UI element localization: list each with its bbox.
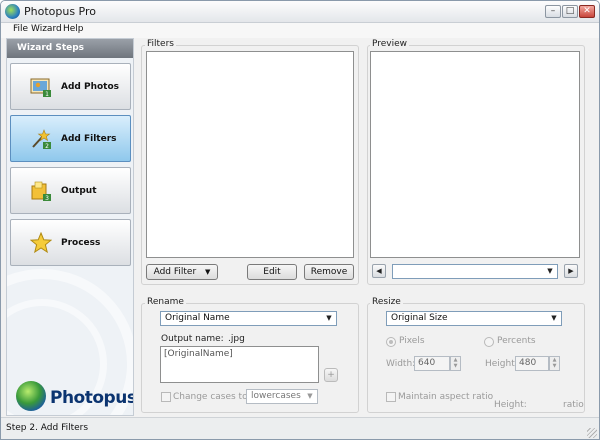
filters-label: Filters: [145, 39, 176, 49]
close-button[interactable]: ✕: [579, 5, 595, 18]
step-process-label: Process: [61, 238, 101, 248]
svg-text:2: 2: [45, 143, 49, 150]
output-name-label: Output name:: [161, 334, 224, 344]
height-input[interactable]: 480 ▲ ▼: [515, 356, 560, 371]
add-filter-button[interactable]: Add Filter ▼: [146, 264, 218, 280]
folder-icon: 3: [31, 181, 51, 202]
resize-mode-value: Original Size: [391, 313, 448, 323]
percents-radio[interactable]: [484, 337, 494, 347]
add-tag-button[interactable]: +: [324, 368, 338, 382]
sidebar-header: Wizard Steps: [7, 39, 133, 58]
ratio-height-label: Height:: [494, 400, 527, 410]
filters-list[interactable]: [146, 51, 354, 258]
resize-grip-icon[interactable]: [587, 428, 597, 438]
window-title: Photopus Pro: [24, 5, 97, 18]
aspect-ratio-checkbox[interactable]: [386, 392, 396, 402]
svg-text:1: 1: [45, 91, 49, 98]
preview-pane: [370, 51, 580, 258]
star-icon: [30, 232, 52, 254]
width-spinner[interactable]: ▲ ▼: [450, 356, 461, 371]
height-label: Height:: [485, 359, 518, 369]
aspect-ratio-label: Maintain aspect ratio: [398, 392, 494, 402]
step-add-filters[interactable]: 2 Add Filters: [10, 115, 131, 162]
percents-label: Percents: [497, 336, 536, 346]
status-bar: Step 2. Add Filters: [1, 417, 599, 439]
chevron-down-icon: ▼: [205, 268, 211, 276]
photo-icon: 1: [30, 78, 51, 98]
maximize-button[interactable]: □: [562, 5, 578, 18]
svg-text:3: 3: [45, 195, 49, 202]
pixels-radio[interactable]: [386, 337, 396, 347]
edit-filter-button[interactable]: Edit: [247, 264, 297, 280]
pixels-label: Pixels: [399, 336, 425, 346]
ratio-label: ratio: [563, 400, 584, 410]
photopus-logo-icon: [16, 381, 46, 411]
resize-mode-select[interactable]: Original Size ▼: [386, 311, 562, 326]
photopus-logo-text: Photopus: [50, 388, 134, 408]
step-add-photos[interactable]: 1 Add Photos: [10, 63, 131, 110]
wand-icon: 2: [32, 129, 51, 150]
minimize-button[interactable]: –: [545, 5, 561, 18]
change-cases-checkbox[interactable]: [161, 392, 171, 402]
width-label: Width:: [386, 359, 416, 369]
chevron-down-icon: ▼: [307, 392, 313, 400]
chevron-down-icon: ▼: [326, 314, 332, 322]
app-logo-icon: [5, 4, 20, 19]
case-select-value: lowercases: [251, 391, 301, 401]
preview-next-button[interactable]: ▶: [564, 264, 578, 278]
chevron-down-icon: ▼: [547, 267, 553, 275]
step-output[interactable]: 3 Output: [10, 167, 131, 214]
step-add-filters-label: Add Filters: [61, 134, 117, 144]
step-add-photos-label: Add Photos: [61, 82, 120, 92]
preview-prev-button[interactable]: ◀: [372, 264, 386, 278]
step-process[interactable]: Process: [10, 219, 131, 266]
case-select[interactable]: lowercases ▼: [246, 389, 318, 404]
step-output-label: Output: [61, 186, 97, 196]
width-input[interactable]: 640 ▲ ▼: [414, 356, 461, 371]
width-value: 640: [418, 358, 436, 368]
wizard-sidebar: Wizard Steps 1 Add Photos 2 Add Filters: [6, 38, 134, 416]
preview-image-select[interactable]: ▼: [392, 264, 558, 279]
rename-template-input[interactable]: [OriginalName]: [160, 346, 319, 383]
app-window: Photopus Pro – □ ✕ File Wizard Help Wiza…: [0, 0, 600, 440]
resize-label: Resize: [370, 297, 403, 307]
menu-bar: File Wizard Help: [1, 23, 599, 38]
height-value: 480: [519, 358, 537, 368]
menu-file[interactable]: File: [13, 24, 28, 34]
rename-mode-select[interactable]: Original Name ▼: [160, 311, 337, 326]
status-text: Step 2. Add Filters: [6, 423, 89, 433]
rename-label: Rename: [145, 297, 186, 307]
output-name-value: .jpg: [228, 334, 245, 344]
chevron-down-icon: ▼: [551, 314, 557, 322]
remove-filter-button[interactable]: Remove: [304, 264, 354, 280]
menu-help[interactable]: Help: [63, 24, 84, 34]
title-bar[interactable]: Photopus Pro – □ ✕: [1, 1, 599, 23]
change-cases-label: Change cases to:: [173, 392, 251, 402]
rename-mode-value: Original Name: [165, 313, 230, 323]
preview-label: Preview: [370, 39, 410, 49]
menu-wizard[interactable]: Wizard: [31, 24, 62, 34]
height-spinner[interactable]: ▲ ▼: [549, 356, 560, 371]
add-filter-label: Add Filter: [153, 267, 197, 277]
